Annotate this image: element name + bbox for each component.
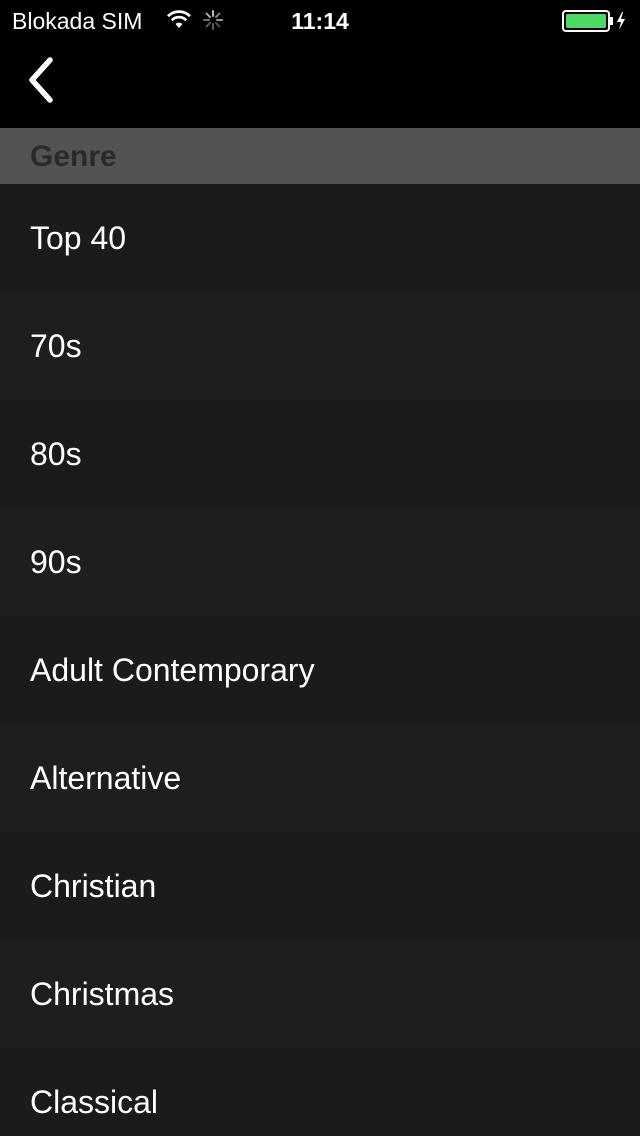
list-item-classical[interactable]: Classical: [0, 1048, 640, 1136]
back-button[interactable]: [18, 52, 66, 108]
list-item-label: Classical: [30, 1083, 159, 1120]
section-title: Genre: [30, 140, 117, 173]
list-item-alternative[interactable]: Alternative: [0, 724, 640, 832]
list-item-90s[interactable]: 90s: [0, 508, 640, 616]
list-item-label: 90s: [30, 543, 82, 580]
navigation-bar: [0, 40, 640, 128]
status-time: 11:14: [291, 8, 349, 34]
chevron-left-icon: [29, 57, 53, 103]
list-item-label: Top 40: [30, 219, 127, 256]
list-item-label: Adult Contemporary: [30, 651, 315, 688]
status-bar: Blokada SIM 11:14: [0, 0, 640, 40]
list-item-70s[interactable]: 70s: [0, 292, 640, 400]
list-item-label: Alternative: [30, 759, 182, 796]
list-item-christian[interactable]: Christian: [0, 832, 640, 940]
list-item-top-40[interactable]: Top 40: [0, 184, 640, 292]
list-item-adult-contemporary[interactable]: Adult Contemporary: [0, 616, 640, 724]
battery-icon: [562, 9, 630, 33]
list-item-label: Christian: [30, 867, 157, 904]
list-item-label: 70s: [30, 327, 82, 364]
list-item-christmas[interactable]: Christmas: [0, 940, 640, 1048]
list-item-label: Christmas: [30, 975, 175, 1012]
list-item-label: 80s: [30, 435, 82, 472]
genre-list: Top 40 70s 80s 90s Adult Contemporary Al…: [0, 184, 640, 1136]
section-header: Genre: [0, 128, 640, 184]
list-item-80s[interactable]: 80s: [0, 400, 640, 508]
